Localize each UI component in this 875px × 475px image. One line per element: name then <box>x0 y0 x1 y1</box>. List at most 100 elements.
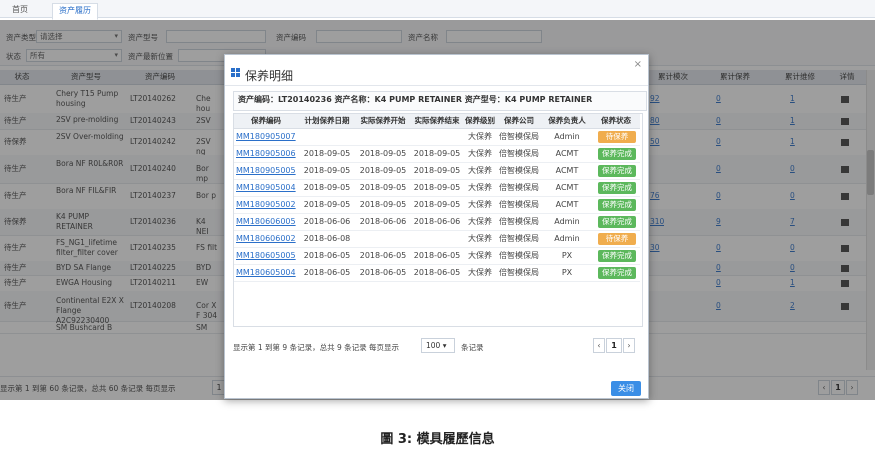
level-cell: 大保养 <box>468 217 492 226</box>
grid-icon <box>231 68 241 78</box>
level-cell: 大保养 <box>468 251 492 260</box>
col-end: 实际保养结束 <box>414 116 460 125</box>
modal-next-page[interactable]: › <box>623 338 635 353</box>
status-badge[interactable]: 保养完成 <box>598 182 636 194</box>
table-row[interactable]: MM180905002 2018-09-05 2018-09-05 2018-09-0… <box>234 197 640 214</box>
asset-info-bar: 资产编码：LT20140236 资产名称：K4 PUMP RETAINER 资产… <box>233 91 647 111</box>
owner-cell: PX <box>561 268 573 277</box>
status-badge[interactable]: 待保养 <box>598 131 636 143</box>
start-date-cell: 2018-09-05 <box>359 183 407 192</box>
end-date-cell: 2018-09-05 <box>413 166 461 175</box>
level-cell: 大保养 <box>468 149 492 158</box>
col-owner: 保养负责人 <box>548 116 586 125</box>
tab-home[interactable]: 首页 <box>6 3 34 18</box>
end-date-cell: 2018-06-06 <box>413 217 461 226</box>
close-button[interactable]: 关闭 <box>611 381 641 396</box>
company-cell: 倍智模保局 <box>499 268 539 277</box>
maint-code-link[interactable]: MM180606005 <box>234 214 300 230</box>
status-badge[interactable]: 保养完成 <box>598 199 636 211</box>
modal-title: 保养明细 <box>245 69 294 83</box>
status-badge[interactable]: 保养完成 <box>598 250 636 262</box>
end-date-cell: 2018-06-05 <box>413 268 461 277</box>
start-date-cell: 2018-09-05 <box>359 200 407 209</box>
maint-code-link[interactable]: MM180905002 <box>234 197 300 213</box>
end-date-cell: 2018-06-05 <box>413 251 461 260</box>
maint-code-link[interactable]: MM180905004 <box>234 180 300 196</box>
company-cell: 倍智模保局 <box>499 149 539 158</box>
maint-code-link[interactable]: MM180905005 <box>234 163 300 179</box>
tab-asset-history[interactable]: 资产履历 <box>52 3 98 20</box>
plan-date-cell: 2018-09-05 <box>303 183 351 192</box>
owner-cell: PX <box>561 251 573 260</box>
figure-caption: 圖 3: 模具履歷信息 <box>380 432 495 447</box>
status-badge[interactable]: 保养完成 <box>598 148 636 160</box>
level-cell: 大保养 <box>468 200 492 209</box>
start-date-cell: 2018-06-05 <box>359 268 407 277</box>
owner-cell: ACMT <box>555 149 579 158</box>
plan-date-cell: 2018-06-05 <box>303 251 351 260</box>
level-cell: 大保养 <box>468 234 492 243</box>
maint-code-link[interactable]: MM180905007 <box>234 129 300 145</box>
plan-date-cell: 2018-06-08 <box>303 234 351 243</box>
maintenance-table-header: 保养编码 计划保养日期 实际保养开始 实际保养结束 保养级别 保养公司 保养负责… <box>234 114 640 129</box>
level-cell: 大保养 <box>468 268 492 277</box>
divider <box>225 85 648 86</box>
end-date-cell: 2018-09-05 <box>413 200 461 209</box>
start-date-cell <box>356 231 410 247</box>
modal-prev-page[interactable]: ‹ <box>593 338 605 353</box>
company-cell: 倍智模保局 <box>499 200 539 209</box>
table-row[interactable]: MM180606002 2018-06-08 大保养 倍智模保局 Admin 待保养 <box>234 231 640 248</box>
owner-cell: ACMT <box>555 166 579 175</box>
status-badge[interactable]: 待保养 <box>598 233 636 245</box>
table-row[interactable]: MM180605004 2018-06-05 2018-06-05 2018-06-0… <box>234 265 640 282</box>
start-date-cell: 2018-09-05 <box>359 149 407 158</box>
table-row[interactable]: MM180905004 2018-09-05 2018-09-05 2018-09-0… <box>234 180 640 197</box>
company-cell: 倍智模保局 <box>499 183 539 192</box>
plan-date-cell: 2018-06-05 <box>303 268 351 277</box>
end-date-cell <box>410 129 464 145</box>
modal-page-size-select[interactable]: 100 ▾ <box>421 338 455 353</box>
plan-date-cell: 2018-09-05 <box>303 166 351 175</box>
company-cell: 倍智模保局 <box>499 166 539 175</box>
company-cell: 倍智模保局 <box>499 234 539 243</box>
owner-cell: Admin <box>554 217 580 226</box>
maintenance-detail-modal: 保养明细 × 资产编码：LT20140236 资产名称：K4 PUMP RETA… <box>224 54 649 399</box>
col-start: 实际保养开始 <box>360 116 406 125</box>
company-cell: 倍智模保局 <box>499 217 539 226</box>
plan-date-cell: 2018-09-05 <box>303 149 351 158</box>
table-row[interactable]: MM180905007 大保养 倍智模保局 Admin 待保养 <box>234 129 640 146</box>
owner-cell: Admin <box>554 234 580 243</box>
modal-page-size-value: 100 <box>426 341 441 350</box>
maint-code-link[interactable]: MM180605004 <box>234 265 300 281</box>
maint-code-link[interactable]: MM180606002 <box>234 231 300 247</box>
maint-code-link[interactable]: MM180605005 <box>234 248 300 264</box>
table-row[interactable]: MM180905005 2018-09-05 2018-09-05 2018-09-0… <box>234 163 640 180</box>
end-date-cell: 2018-09-05 <box>413 149 461 158</box>
col-company: 保养公司 <box>504 116 534 125</box>
maint-code-link[interactable]: MM180905006 <box>234 146 300 162</box>
col-plan-date: 计划保养日期 <box>304 116 350 125</box>
owner-cell: Admin <box>554 132 580 141</box>
status-badge[interactable]: 保养完成 <box>598 216 636 228</box>
col-maint-code: 保养编码 <box>251 116 281 125</box>
level-cell: 大保养 <box>468 166 492 175</box>
modal-pager-unit: 条记录 <box>461 343 484 352</box>
company-cell: 倍智模保局 <box>499 251 539 260</box>
status-badge[interactable]: 保养完成 <box>598 165 636 177</box>
close-icon[interactable]: × <box>634 59 642 70</box>
end-date-cell: 2018-09-05 <box>413 183 461 192</box>
owner-cell: ACMT <box>555 200 579 209</box>
plan-date-cell: 2018-06-06 <box>303 217 351 226</box>
start-date-cell: 2018-06-05 <box>359 251 407 260</box>
table-row[interactable]: MM180905006 2018-09-05 2018-09-05 2018-09-0… <box>234 146 640 163</box>
top-tab-bar: 首页 资产履历 <box>0 0 875 20</box>
table-row[interactable]: MM180606005 2018-06-06 2018-06-06 2018-06-0… <box>234 214 640 231</box>
status-badge[interactable]: 保养完成 <box>598 267 636 279</box>
modal-page-number[interactable]: 1 <box>606 338 622 353</box>
end-date-cell <box>410 231 464 247</box>
maintenance-table: 保养编码 计划保养日期 实际保养开始 实际保养结束 保养级别 保养公司 保养负责… <box>233 113 643 327</box>
table-row[interactable]: MM180605005 2018-06-05 2018-06-05 2018-06-0… <box>234 248 640 265</box>
col-level: 保养级别 <box>465 116 495 125</box>
level-cell: 大保养 <box>468 183 492 192</box>
plan-date-cell <box>298 129 356 145</box>
